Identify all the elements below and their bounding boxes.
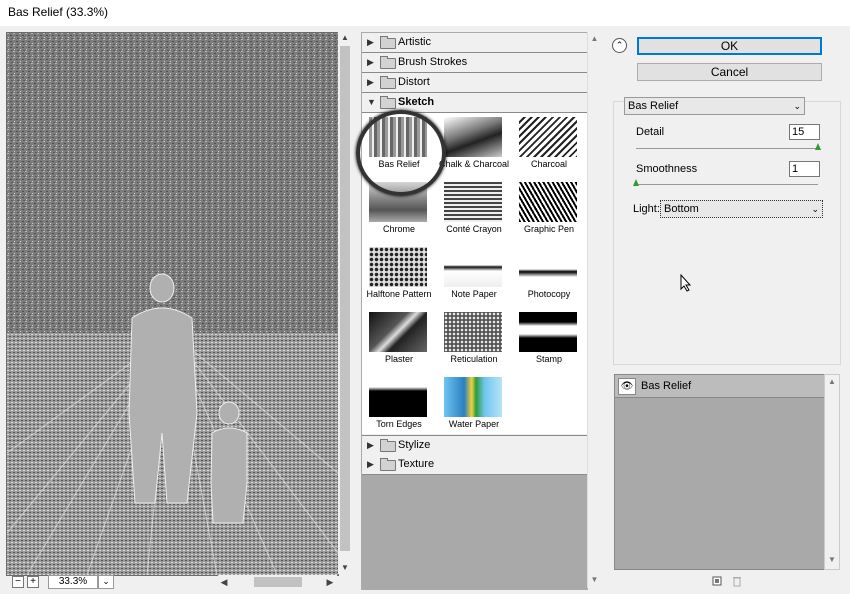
scroll-up-icon[interactable]: ▲	[588, 34, 601, 43]
light-label: Light:	[633, 203, 660, 215]
folder-icon	[380, 458, 396, 471]
chalk-charcoal-thumbnail	[444, 117, 502, 157]
detail-slider-handle[interactable]	[815, 143, 821, 150]
window-title: Bas Relief (33.3%)	[8, 5, 109, 19]
bas-relief-preview-image	[7, 33, 338, 575]
expand-triangle-icon: ▶	[367, 77, 374, 87]
title-bar: Bas Relief (33.3%)	[0, 0, 850, 26]
photocopy-thumbnail	[519, 247, 577, 287]
zoom-dropdown-icon[interactable]: ⌄	[98, 575, 114, 589]
scroll-right-icon[interactable]: ▶	[324, 575, 336, 589]
expand-triangle-icon: ▶	[367, 440, 374, 450]
filter-thumb-chalk-charcoal[interactable]: Chalk & Charcoal	[437, 113, 511, 177]
filter-thumb-halftone-pattern[interactable]: Halftone Pattern	[362, 243, 436, 307]
water-paper-thumbnail	[444, 377, 502, 417]
filter-thumb-photocopy[interactable]: Photocopy	[512, 243, 586, 307]
filter-thumb-reticulation[interactable]: Reticulation	[437, 308, 511, 372]
charcoal-thumbnail	[519, 117, 577, 157]
expand-triangle-icon: ▶	[367, 37, 374, 47]
detail-slider-track[interactable]	[636, 148, 818, 149]
preview-canvas[interactable]	[6, 32, 339, 576]
expand-triangle-icon: ▶	[367, 459, 374, 469]
new-effect-layer-icon[interactable]	[712, 576, 722, 586]
detail-field[interactable]: 15	[789, 124, 820, 140]
folder-icon	[380, 439, 396, 452]
chevron-down-icon: ⌄	[793, 101, 801, 111]
scroll-thumb[interactable]	[340, 46, 350, 551]
category-stylize[interactable]: ▶ Stylize	[362, 435, 587, 456]
filter-thumb-graphic-pen[interactable]: Graphic Pen	[512, 178, 586, 242]
filter-gallery: ▶ Artistic ▶ Brush Strokes ▶ Distort ▼ S…	[356, 32, 588, 590]
trash-icon[interactable]	[732, 575, 742, 587]
collapse-triangle-icon: ▼	[367, 97, 376, 107]
gallery-empty-area	[362, 475, 587, 589]
scroll-down-icon[interactable]: ▼	[825, 555, 839, 564]
scroll-down-icon[interactable]: ▼	[338, 562, 352, 574]
zoom-bar: − + 33.3% ⌄	[6, 575, 216, 589]
filter-thumb-torn-edges[interactable]: Torn Edges	[362, 373, 436, 437]
filter-thumb-conte-crayon[interactable]: Conté Crayon	[437, 178, 511, 242]
category-texture[interactable]: ▶ Texture	[362, 455, 587, 475]
preview-horizontal-scrollbar[interactable]: ◀ ▶	[218, 575, 337, 589]
filter-thumb-stamp[interactable]: Stamp	[512, 308, 586, 372]
folder-icon	[380, 76, 396, 89]
folder-icon	[380, 96, 396, 109]
zoom-in-button[interactable]: +	[27, 576, 39, 588]
smoothness-slider-handle[interactable]	[633, 179, 639, 186]
stamp-thumbnail	[519, 312, 577, 352]
plaster-thumbnail	[369, 312, 427, 352]
smoothness-label: Smoothness	[636, 163, 698, 175]
scroll-down-icon[interactable]: ▼	[588, 575, 601, 584]
filter-thumb-note-paper[interactable]: Note Paper	[437, 243, 511, 307]
graphic-pen-thumbnail	[519, 182, 577, 222]
eye-icon[interactable]: 👁	[618, 378, 636, 395]
expand-triangle-icon: ▶	[367, 57, 374, 67]
reticulation-thumbnail	[444, 312, 502, 352]
halftone-pattern-thumbnail	[369, 247, 427, 287]
smoothness-field[interactable]: 1	[789, 161, 820, 177]
light-select[interactable]: Bottom ⌄	[660, 200, 823, 218]
filter-thumb-water-paper[interactable]: Water Paper	[437, 373, 511, 437]
gallery-scrollbar[interactable]: ▲ ▼	[587, 32, 601, 588]
conte-crayon-thumbnail	[444, 182, 502, 222]
zoom-out-button[interactable]: −	[12, 576, 24, 588]
category-brush-strokes[interactable]: ▶ Brush Strokes	[362, 53, 587, 73]
double-chevron-up-icon[interactable]: ⌃	[612, 38, 627, 53]
scroll-up-icon[interactable]: ▲	[825, 377, 839, 386]
layers-scrollbar[interactable]: ▲ ▼	[824, 374, 840, 570]
folder-icon	[380, 36, 396, 49]
effect-layer-label: Bas Relief	[641, 380, 692, 392]
ok-button[interactable]: OK	[637, 37, 822, 55]
effect-layer-row[interactable]: 👁 Bas Relief	[615, 375, 824, 398]
filter-select[interactable]: Bas Relief ⌄	[624, 97, 805, 115]
smoothness-slider-track[interactable]	[636, 184, 818, 185]
scroll-up-icon[interactable]: ▲	[338, 32, 352, 44]
folder-icon	[380, 56, 396, 69]
category-distort[interactable]: ▶ Distort	[362, 73, 587, 93]
preview-vertical-scrollbar[interactable]: ▲ ▼	[338, 32, 352, 574]
zoom-level-field[interactable]: 33.3%	[48, 575, 98, 589]
mouse-cursor-icon	[680, 274, 692, 292]
note-paper-thumbnail	[444, 247, 502, 287]
detail-label: Detail	[636, 126, 665, 138]
cancel-button[interactable]: Cancel	[637, 63, 822, 81]
chevron-down-icon: ⌄	[811, 204, 819, 214]
scroll-thumb[interactable]	[254, 577, 302, 587]
torn-edges-thumbnail	[369, 377, 427, 417]
selected-filter-highlight-ring	[356, 110, 446, 196]
filter-options-panel	[613, 101, 841, 365]
filter-thumb-plaster[interactable]: Plaster	[362, 308, 436, 372]
category-artistic[interactable]: ▶ Artistic	[362, 33, 587, 53]
scroll-left-icon[interactable]: ◀	[218, 575, 230, 589]
filter-thumb-charcoal[interactable]: Charcoal	[512, 113, 586, 177]
effect-layers-list: 👁 Bas Relief	[614, 374, 825, 570]
